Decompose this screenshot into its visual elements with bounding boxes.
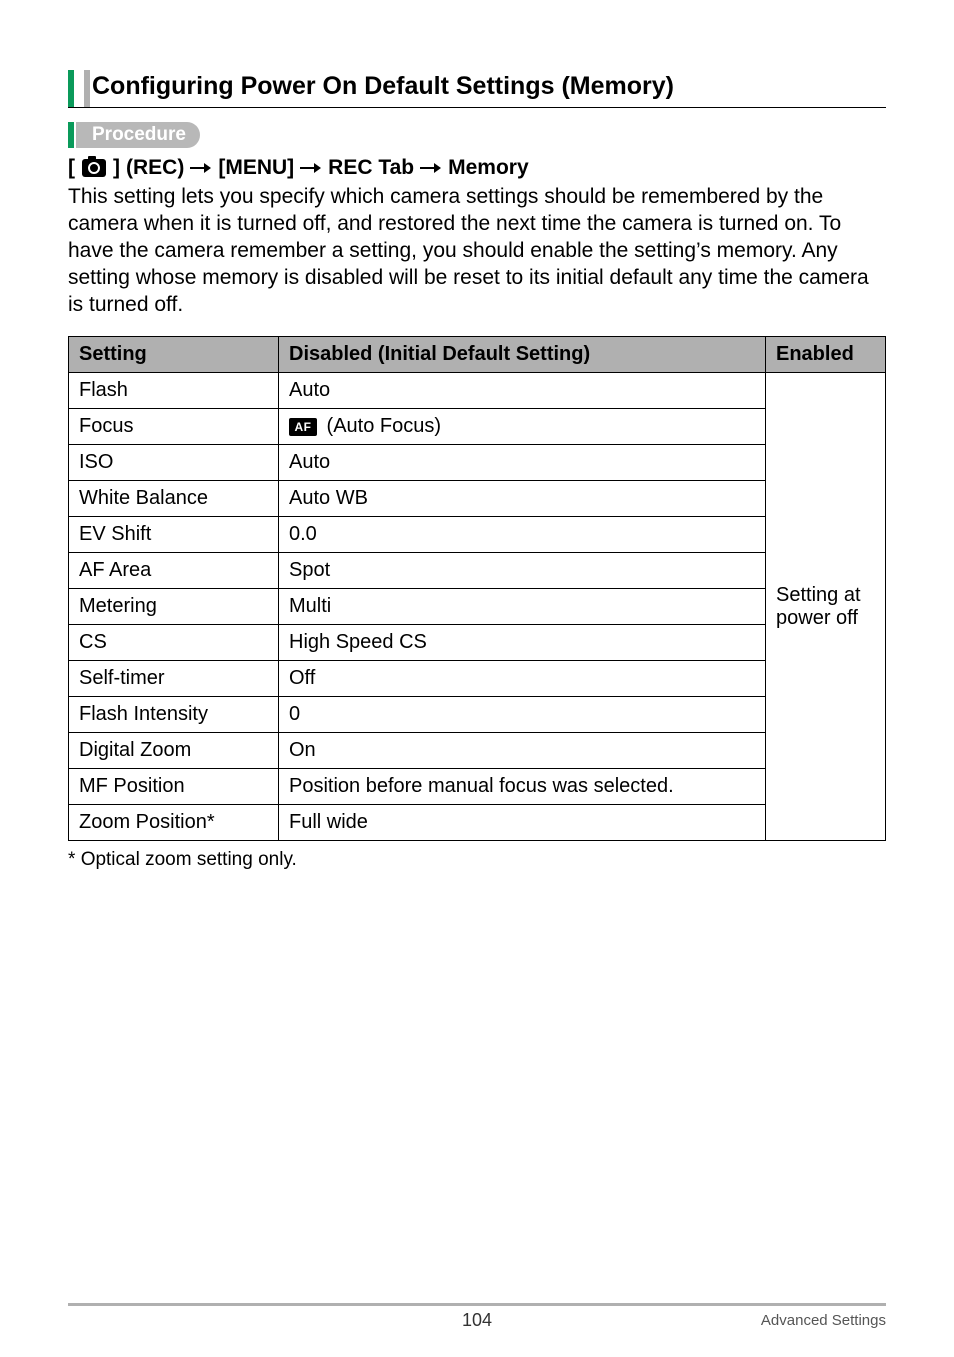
table-row: AF AreaSpot	[69, 553, 886, 589]
table-row: FlashAutoSetting at power off	[69, 373, 886, 409]
table-row: FocusAF (Auto Focus)	[69, 409, 886, 445]
cell-disabled: High Speed CS	[279, 625, 766, 661]
table-row: MeteringMulti	[69, 589, 886, 625]
cell-disabled-text: (Auto Focus)	[321, 415, 441, 437]
cell-enabled: Setting at power off	[766, 373, 886, 841]
arrow-icon	[420, 162, 442, 174]
section-heading-row: Configuring Power On Default Settings (M…	[68, 70, 886, 107]
footnote: * Optical zoom setting only.	[68, 849, 886, 871]
cell-setting: EV Shift	[69, 517, 279, 553]
breadcrumb-dest: Memory	[448, 156, 529, 180]
table-row: ISOAuto	[69, 445, 886, 481]
breadcrumb-bracket-close: ]	[113, 156, 120, 180]
breadcrumb-rec: (REC)	[126, 156, 184, 180]
table-header-enabled: Enabled	[766, 337, 886, 373]
cell-disabled: Full wide	[279, 805, 766, 841]
af-icon: AF	[289, 418, 317, 436]
heading-accent-gray	[84, 70, 90, 107]
breadcrumb-menu: [MENU]	[218, 156, 294, 180]
cell-disabled: 0.0	[279, 517, 766, 553]
cell-setting: Zoom Position*	[69, 805, 279, 841]
footnote-marker: *	[68, 849, 75, 870]
heading-accent-green	[68, 70, 74, 107]
footnote-text: Optical zoom setting only.	[81, 849, 297, 870]
section-heading: Configuring Power On Default Settings (M…	[92, 70, 886, 107]
cell-setting: White Balance	[69, 481, 279, 517]
cell-disabled: Position before manual focus was selecte…	[279, 769, 766, 805]
table-row: Flash Intensity0	[69, 697, 886, 733]
table-row: Self-timerOff	[69, 661, 886, 697]
procedure-accent-green	[68, 122, 74, 148]
procedure-label-row: Procedure	[68, 122, 886, 148]
cell-setting: Flash	[69, 373, 279, 409]
cell-setting: ISO	[69, 445, 279, 481]
cell-disabled: Spot	[279, 553, 766, 589]
table-row: White BalanceAuto WB	[69, 481, 886, 517]
breadcrumb-bracket-open: [	[68, 156, 75, 180]
footer-divider	[68, 1303, 886, 1306]
cell-disabled: 0	[279, 697, 766, 733]
table-row: Digital ZoomOn	[69, 733, 886, 769]
camera-icon	[82, 159, 106, 177]
table-row: Zoom Position*Full wide	[69, 805, 886, 841]
table-header-disabled: Disabled (Initial Default Setting)	[279, 337, 766, 373]
cell-setting: Self-timer	[69, 661, 279, 697]
table-header-row: Setting Disabled (Initial Default Settin…	[69, 337, 886, 373]
settings-table: Setting Disabled (Initial Default Settin…	[68, 336, 886, 841]
heading-underline	[68, 107, 886, 108]
table-row: EV Shift0.0	[69, 517, 886, 553]
cell-setting: CS	[69, 625, 279, 661]
cell-disabled: AF (Auto Focus)	[279, 409, 766, 445]
cell-setting: Flash Intensity	[69, 697, 279, 733]
cell-disabled: Auto WB	[279, 481, 766, 517]
breadcrumb-tab: REC Tab	[328, 156, 414, 180]
cell-setting: Metering	[69, 589, 279, 625]
cell-disabled: Off	[279, 661, 766, 697]
procedure-pill: Procedure	[82, 122, 200, 148]
cell-disabled: Auto	[279, 445, 766, 481]
body-paragraph: This setting lets you specify which came…	[68, 184, 886, 318]
footer-page-number: 104	[0, 1310, 954, 1331]
breadcrumb: [ ] (REC) [MENU] REC Tab Memory	[68, 156, 886, 180]
cell-disabled: Multi	[279, 589, 766, 625]
cell-disabled: Auto	[279, 373, 766, 409]
cell-setting: MF Position	[69, 769, 279, 805]
page-footer: 104 Advanced Settings	[0, 1303, 954, 1329]
arrow-icon	[190, 162, 212, 174]
cell-setting: Digital Zoom	[69, 733, 279, 769]
arrow-icon	[300, 162, 322, 174]
table-header-setting: Setting	[69, 337, 279, 373]
cell-setting: Focus	[69, 409, 279, 445]
cell-disabled: On	[279, 733, 766, 769]
table-row: MF PositionPosition before manual focus …	[69, 769, 886, 805]
cell-setting: AF Area	[69, 553, 279, 589]
table-row: CSHigh Speed CS	[69, 625, 886, 661]
